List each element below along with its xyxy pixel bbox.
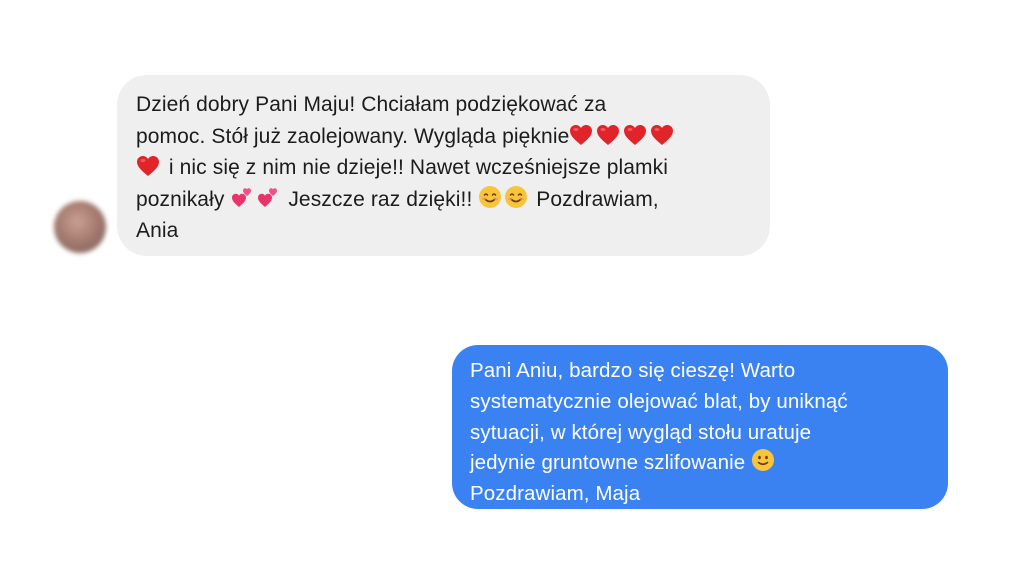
message-text: poznikały (136, 187, 231, 211)
two-hearts-icon (258, 187, 278, 207)
smiling-face-icon (505, 185, 528, 208)
chat-view: Dzień dobry Pani Maju! Chciałam podzięko… (0, 0, 1024, 569)
message-text: Jeszcze raz dzięki!! (282, 187, 479, 211)
message-text: pomoc. Stół już zaolejowany. Wygląda pię… (136, 124, 570, 148)
red-heart-icon (137, 156, 159, 176)
message-text: jedynie gruntowne szlifowanie (470, 451, 752, 475)
message-line: Pozdrawiam, Maja (470, 479, 932, 510)
avatar[interactable] (54, 201, 106, 253)
message-line: sytuacji, w której wygląd stołu uratuje (470, 418, 932, 449)
red-heart-icon (570, 124, 593, 145)
message-line: poznikały Jeszcze raz dzięki!! Pozdrawia… (136, 184, 752, 216)
red-heart-icon (624, 124, 647, 145)
message-line: systematycznie olejować blat, by uniknąć (470, 387, 932, 418)
message-text: Pozdrawiam, Maja (470, 482, 641, 506)
message-line: jedynie gruntowne szlifowanie (470, 448, 932, 479)
message-text: sytuacji, w której wygląd stołu uratuje (470, 420, 812, 444)
red-heart-icon (597, 124, 620, 145)
message-text: Dzień dobry Pani Maju! Chciałam podzięko… (136, 93, 607, 116)
message-line: pomoc. Stół już zaolejowany. Wygląda pię… (136, 121, 752, 153)
message-text: Pozdrawiam, (530, 187, 659, 211)
message-line: i nic się z nim nie dzieje!! Nawet wcześ… (136, 152, 752, 184)
two-hearts-icon (232, 187, 252, 207)
message-text: systematycznie olejować blat, by uniknąć (470, 389, 848, 413)
message-text: i nic się z nim nie dzieje!! Nawet wcześ… (163, 156, 669, 179)
red-heart-icon (651, 124, 674, 145)
slightly-smiling-face-icon (752, 449, 775, 472)
message-line: Pani Aniu, bardzo się cieszę! Warto (470, 356, 932, 387)
message-line: Ania (136, 215, 752, 247)
message-text: Pani Aniu, bardzo się cieszę! Warto (470, 359, 796, 382)
smiling-face-icon (479, 185, 502, 208)
incoming-message-bubble[interactable]: Dzień dobry Pani Maju! Chciałam podzięko… (117, 75, 770, 256)
outgoing-message-bubble[interactable]: Pani Aniu, bardzo się cieszę! Warto syst… (452, 345, 948, 509)
message-line: Dzień dobry Pani Maju! Chciałam podzięko… (136, 89, 752, 121)
message-text: Ania (136, 219, 179, 242)
